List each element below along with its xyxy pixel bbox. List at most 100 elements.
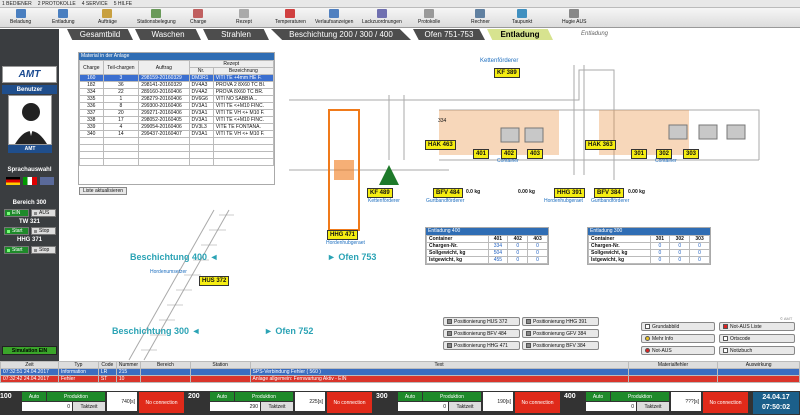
notizbuch-button[interactable]: Notizbuch: [719, 346, 795, 355]
pos-hhg-391-button[interactable]: Positionierung HHG 391: [522, 317, 599, 326]
material-row[interactable]: 339 4 299054-20160406 DV3L3 VITE TE FONTANA.: [79, 123, 275, 131]
toolbar-rechner-button[interactable]: Rechner: [471, 9, 490, 27]
container-303-tag[interactable]: 303: [683, 149, 700, 159]
beschichtung-400-label[interactable]: Beschichtung 400 ◄: [130, 252, 218, 262]
flag-de-icon[interactable]: [6, 177, 20, 185]
pos-hhg-471-button[interactable]: Positionierung HHG 471: [443, 341, 520, 350]
ofen-753-label[interactable]: ► Ofen 753: [327, 252, 376, 262]
toolbar-lackzuordnungen-button[interactable]: Lackzuordnungen: [362, 9, 402, 27]
alarm-header-cell[interactable]: Zeit: [0, 361, 59, 369]
tab-waschen[interactable]: Waschen: [135, 29, 201, 40]
ofen-752-label[interactable]: ► Ofen 752: [264, 326, 313, 336]
toolbar-temperaturen-button[interactable]: Temperaturen: [275, 9, 306, 27]
alarm-header-cell[interactable]: Auswirkung: [717, 361, 800, 369]
kf-389-tag[interactable]: KF 389: [494, 68, 520, 78]
bereich-300-ein-button[interactable]: EIN: [4, 209, 29, 217]
liste-aktualisieren-button[interactable]: Liste aktualisieren: [79, 187, 128, 195]
amt-logo: AMT: [2, 66, 57, 83]
alarm-row[interactable]: 07:32:42 24.04.2017 Fehler ST 10 Anlage allg…: [0, 375, 800, 383]
material-row[interactable]: 160 3 298159-20160329 DM3R1 VITI TE +4mm HE …: [79, 74, 275, 82]
alarm-cell: [189, 375, 251, 383]
alarm-header-cell[interactable]: Nummer: [115, 361, 142, 369]
material-cell: 289160-20160406: [138, 88, 190, 96]
menu-hilfe[interactable]: 5 HILFE: [114, 1, 132, 7]
flag-en-icon[interactable]: [40, 177, 54, 185]
toolbar-entladung-button[interactable]: Entladung: [52, 9, 75, 27]
tab-strahlen[interactable]: Strahlen: [203, 29, 269, 40]
hhg-371-start-button[interactable]: Start: [4, 246, 29, 254]
beschichtung-300-label[interactable]: Beschichtung 300 ◄: [112, 326, 200, 336]
col-teilchargen[interactable]: Teil-chargen: [102, 60, 140, 75]
hak-463-tag[interactable]: HAK 463: [425, 140, 456, 150]
toolbar-hugie-aus-button[interactable]: Hugie AUS: [562, 9, 586, 27]
alarm-header-cell[interactable]: Text: [249, 361, 629, 369]
container-403-tag[interactable]: 403: [527, 149, 544, 159]
container-401-tag[interactable]: 401: [473, 149, 490, 159]
alarm-row[interactable]: 07:32:51 24.04.2017 Information LR 215 SPS-V…: [0, 368, 800, 376]
entladung-cell: 0: [507, 242, 529, 250]
material-row[interactable]: 337 20 299271-20160406 DV3A1 VITI TE VH <+ M…: [79, 109, 275, 117]
pos-hus-372-button[interactable]: Positionierung HUS 372: [443, 317, 520, 326]
material-row[interactable]: 182 36 298141-20160329 DV4A3 PROVA 2 8X60 TC…: [79, 81, 275, 89]
alarm-header-cell[interactable]: Bereich: [140, 361, 191, 369]
material-panel: Material in der Anlage Charge Teil-charge…: [78, 52, 275, 195]
entladung-300-table: Container 301 302 303 Chargen-Nr. 0 0 0 Sollgewi…: [588, 235, 710, 264]
menu-bediener[interactable]: 1 BEDIENER: [2, 1, 32, 7]
material-row[interactable]: 338 17 298052-20160405 DV3A1 VITI TE <+M10 F…: [79, 116, 275, 124]
col-nr[interactable]: Nr.: [188, 67, 214, 75]
alarm-header-cell[interactable]: Code: [97, 361, 117, 369]
toolbar-taupunkt-button[interactable]: Taupunkt: [512, 9, 532, 27]
tw-321-stop-button[interactable]: Stop: [31, 227, 56, 235]
ortscode-button[interactable]: Ortscode: [719, 334, 795, 343]
area-status-200: 200 Auto Produktion 290 Taktzeit 225[s] No con…: [188, 392, 374, 414]
toolbar-stationsbelegung-button[interactable]: Stationsbelegung: [137, 9, 176, 27]
pos-bfv-484-button[interactable]: Positionierung BFV 484: [443, 329, 520, 338]
tw-321-start-button[interactable]: Start: [4, 227, 29, 235]
col-bezeichnung[interactable]: Bezeichnung: [212, 67, 275, 75]
menu-service[interactable]: 4 SERVICE: [82, 1, 108, 7]
toolbar-rezept-button[interactable]: Rezept: [236, 9, 252, 27]
bfv-484-tag[interactable]: BFV 484: [433, 188, 463, 198]
material-row[interactable]: 340 14 299437-20160407 DV3A1 VITI TE VH <+ M…: [79, 130, 275, 138]
hak-363-tag[interactable]: HAK 363: [585, 140, 616, 150]
pos-bfv-384-button[interactable]: Positionierung BFV 384: [522, 341, 599, 350]
not-aus-button[interactable]: Not-AUS: [641, 346, 715, 355]
col-auftrag[interactable]: Auftrag: [138, 60, 190, 75]
tab-gesamtbild[interactable]: Gesamtbild: [67, 29, 133, 40]
tab-entladung[interactable]: Entladung: [487, 29, 553, 40]
flag-it-icon[interactable]: [23, 177, 37, 185]
entladung-row: Sollgewicht, kg 0 0 0: [588, 249, 710, 257]
material-row[interactable]: 335 1 298279-20160406 DV6G6 VITI NO SABBIA..…: [79, 95, 275, 103]
alarm-header-cell[interactable]: Station: [189, 361, 251, 369]
menu-protokolle[interactable]: 2 PROTOKOLLE: [38, 1, 76, 7]
toolbar-verlaufsanzeigen-button[interactable]: Verlaufsanzeigen: [315, 9, 353, 27]
toolbar-protokolle-button[interactable]: Protokolle: [418, 9, 440, 27]
alarm-header-cell[interactable]: Typ: [57, 361, 99, 369]
hus-372-tag[interactable]: HUS 372: [199, 276, 230, 286]
kf-489-tag[interactable]: KF 489: [367, 188, 393, 198]
toolbar-charge-button[interactable]: Charge: [190, 9, 206, 27]
toolbar-beladung-button[interactable]: Beladung: [10, 9, 31, 27]
material-row[interactable]: 334 22 289160-20160406 DV4A2 PROVA 8X60 TC B…: [79, 88, 275, 96]
simulation-button[interactable]: Simulation EIN: [2, 346, 57, 355]
material-empty-row: [79, 137, 275, 145]
toolbar-auftraege-button[interactable]: Aufträge: [98, 9, 117, 27]
bfv-384-tag[interactable]: BFV 384: [594, 188, 624, 198]
time-text: 07:50:02: [761, 404, 791, 411]
hhg-391-tag[interactable]: HHG 391: [554, 188, 586, 198]
grundabbild-button[interactable]: Grundabbild: [641, 322, 715, 331]
hhg-471-tag[interactable]: HHG 471: [327, 230, 359, 240]
pos-gfv-384-button[interactable]: Positionierung GFV 384: [522, 329, 599, 338]
tab-beschichtung[interactable]: Beschichtung 200 / 300 / 400: [271, 29, 411, 40]
tab-ofen[interactable]: Ofen 751-753: [413, 29, 485, 40]
alarm-header-cell[interactable]: Materialfehler: [627, 361, 719, 369]
user-avatar[interactable]: [8, 95, 52, 145]
container-301-tag[interactable]: 301: [631, 149, 648, 159]
not-aus-liste-button[interactable]: Not-AUS Liste: [719, 322, 795, 331]
material-row[interactable]: 336 8 299300-20160406 DV3A1 VITI TE <+M10 FI…: [79, 102, 275, 110]
bereich-300-aus-button[interactable]: AUS: [31, 209, 56, 217]
mehr-info-button[interactable]: Mehr Info: [641, 334, 715, 343]
hhg-371-stop-button[interactable]: Stop: [31, 246, 56, 254]
col-charge[interactable]: Charge: [79, 60, 104, 75]
material-table: Charge Teil-chargen Auftrag Rezept Nr. Bezei…: [79, 60, 275, 166]
